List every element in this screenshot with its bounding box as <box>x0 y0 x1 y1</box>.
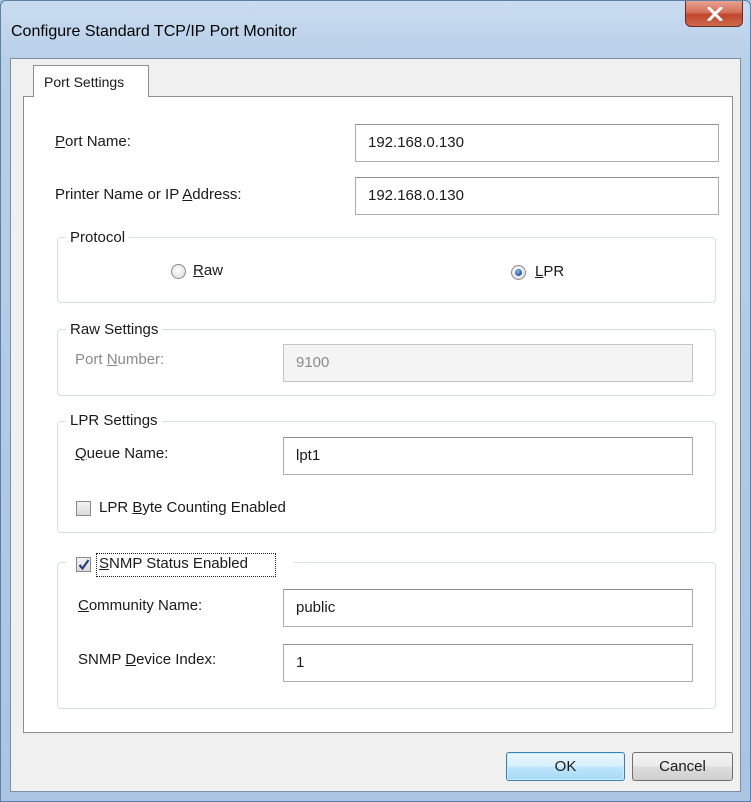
queue-name-input[interactable]: lpt1 <box>283 437 693 475</box>
title-bar[interactable]: Configure Standard TCP/IP Port Monitor <box>1 1 750 57</box>
queue-name-label: Queue Name: <box>75 445 169 462</box>
community-name-label: Community Name: <box>78 597 203 614</box>
snmp-group <box>57 562 716 709</box>
close-icon <box>707 7 723 21</box>
port-number-label: Port Number: <box>75 351 165 368</box>
port-name-input[interactable]: 192.168.0.130 <box>355 124 719 162</box>
port-number-input: 9100 <box>283 344 693 382</box>
lpr-settings-group-title: LPR Settings <box>66 412 162 429</box>
lpr-radio-label[interactable]: LPR <box>535 263 564 280</box>
lpr-radio[interactable] <box>511 265 526 280</box>
raw-settings-group-title: Raw Settings <box>66 321 163 338</box>
device-index-input[interactable]: 1 <box>283 644 693 682</box>
printer-address-input[interactable]: 192.168.0.130 <box>355 177 719 215</box>
protocol-group <box>57 237 716 303</box>
checkmark-icon <box>78 559 90 571</box>
byte-counting-label[interactable]: LPR Byte Counting Enabled <box>99 499 286 516</box>
byte-counting-checkbox[interactable] <box>76 501 91 516</box>
snmp-status-checkbox[interactable] <box>76 557 91 572</box>
ok-button[interactable]: OK <box>506 752 625 781</box>
snmp-status-label[interactable]: SNMP Status Enabled <box>99 555 248 572</box>
window-title: Configure Standard TCP/IP Port Monitor <box>11 23 297 40</box>
device-index-label: SNMP Device Index: <box>78 651 217 668</box>
community-name-input[interactable]: public <box>283 589 693 627</box>
raw-radio[interactable] <box>171 264 186 279</box>
printer-name-label: Printer Name or IP Address: <box>55 186 242 203</box>
protocol-group-title: Protocol <box>66 229 130 246</box>
close-button[interactable] <box>685 1 743 27</box>
port-name-label: Port Name: <box>55 133 131 150</box>
cancel-button[interactable]: Cancel <box>632 752 733 781</box>
tab-label: Port Settings <box>44 74 125 90</box>
raw-radio-label[interactable]: Raw <box>193 262 223 279</box>
tab-port-settings[interactable]: Port Settings <box>33 65 149 97</box>
